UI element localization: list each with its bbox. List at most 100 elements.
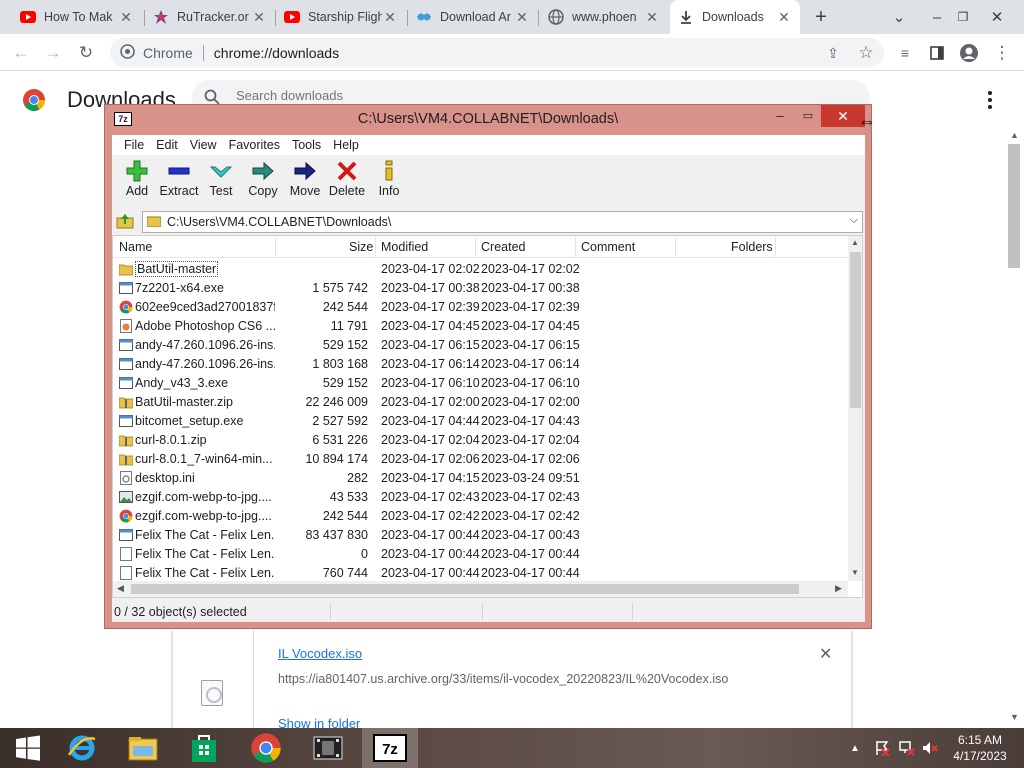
file-row[interactable]: 7z2201-x64.exe 1 575 742 2023-04-17 00:38 2… xyxy=(113,279,848,298)
media-icon[interactable] xyxy=(300,728,356,768)
remove-download-icon[interactable]: ✕ xyxy=(819,644,832,664)
bookmark-star-icon[interactable]: ☆ xyxy=(853,40,879,66)
file-row[interactable]: bitcomet_setup.exe 2 527 592 2023-04-17 04… xyxy=(113,412,848,431)
menu-tools[interactable]: Tools xyxy=(286,138,327,152)
tab-downloads[interactable]: Downloads ✕ xyxy=(670,0,800,34)
close-tab-icon[interactable]: ✕ xyxy=(644,9,660,26)
share-icon[interactable]: ⇪ xyxy=(820,40,846,66)
tab-search-button[interactable]: ⌄ xyxy=(886,0,912,34)
page-scrollbar[interactable]: ▲ ▼ xyxy=(1006,128,1022,726)
close-tab-icon[interactable]: ✕ xyxy=(776,9,792,26)
vscroll-thumb[interactable] xyxy=(850,252,861,408)
exe-file-icon xyxy=(119,414,133,428)
action-center-flag-icon[interactable] xyxy=(874,728,890,768)
col-name-header[interactable]: Name xyxy=(119,240,152,254)
scroll-right-icon[interactable]: ▶ xyxy=(835,583,842,594)
delete-button[interactable]: Delete xyxy=(325,160,369,206)
close-tab-icon[interactable]: ✕ xyxy=(118,9,134,26)
reading-list-icon[interactable]: ≡ xyxy=(892,40,918,66)
file-created: 2023-04-17 00:44 xyxy=(481,547,580,561)
7zip-path-field[interactable]: C:\Users\VM4.COLLABNET\Downloads\ ⌵ xyxy=(142,211,863,233)
close-window-button[interactable]: ✕ xyxy=(984,0,1010,34)
new-tab-button[interactable]: + xyxy=(808,0,834,34)
7zip-icon[interactable]: 7z xyxy=(362,728,418,768)
file-row[interactable]: curl-8.0.1.zip 6 531 226 2023-04-17 02:04 2… xyxy=(113,431,848,450)
hscroll-thumb[interactable] xyxy=(131,584,799,594)
file-list-vscroll[interactable]: ▲ ▼ xyxy=(848,236,862,581)
scroll-left-icon[interactable]: ◀ xyxy=(117,583,124,594)
address-bar[interactable]: Chrome chrome://downloads xyxy=(110,38,884,67)
search-input[interactable] xyxy=(236,88,736,103)
tray-expand-icon[interactable]: ▲ xyxy=(850,728,860,768)
col-size-header[interactable]: Size xyxy=(349,240,373,254)
tab-phoenix[interactable]: www.phoen ✕ xyxy=(540,0,668,34)
page-scroll-thumb[interactable] xyxy=(1008,144,1020,268)
file-list-hscroll[interactable]: ◀ ▶ xyxy=(113,581,848,597)
scroll-up-icon[interactable]: ▲ xyxy=(1010,130,1019,140)
extract-button[interactable]: Extract xyxy=(157,160,201,206)
file-row[interactable]: BatUtil-master 2023-04-17 02:02 2023-04-17… xyxy=(113,260,848,279)
network-icon[interactable] xyxy=(899,728,915,768)
file-explorer-icon[interactable] xyxy=(115,728,171,768)
scroll-down-icon[interactable]: ▼ xyxy=(851,568,859,577)
file-row[interactable]: Felix The Cat - Felix Len... 83 437 830 20… xyxy=(113,526,848,545)
col-divider xyxy=(575,236,576,258)
add-button[interactable]: Add xyxy=(115,160,159,206)
chrome-icon[interactable] xyxy=(238,728,294,768)
profile-avatar-icon[interactable] xyxy=(956,40,982,66)
file-row[interactable]: curl-8.0.1_7-win64-min... 10 894 174 2023-… xyxy=(113,450,848,469)
menu-favorites[interactable]: Favorites xyxy=(223,138,286,152)
tab-starship[interactable]: Starship Fligh ✕ xyxy=(276,0,406,34)
volume-muted-icon[interactable] xyxy=(922,728,938,768)
menu-view[interactable]: View xyxy=(184,138,223,152)
back-button[interactable]: ← xyxy=(8,40,34,66)
7zip-titlebar[interactable]: 7z C:\Users\VM4.COLLABNET\Downloads\ – ▭… xyxy=(105,105,871,133)
path-dropdown-icon[interactable]: ⌵ xyxy=(850,214,858,227)
col-modified-header[interactable]: Modified xyxy=(381,240,428,254)
tab-rutracker[interactable]: RuTracker.or ✕ xyxy=(145,0,275,34)
7zip-minimize-button[interactable]: – xyxy=(765,105,795,127)
move-button[interactable]: Move xyxy=(283,160,327,206)
file-row[interactable]: Felix The Cat - Felix Len... 0 2023-04-17 … xyxy=(113,545,848,564)
col-created-header[interactable]: Created xyxy=(481,240,525,254)
file-row[interactable]: ezgif.com-webp-to-jpg.... 242 544 2023-04-… xyxy=(113,507,848,526)
file-row[interactable]: ezgif.com-webp-to-jpg.... 43 533 2023-04-1… xyxy=(113,488,848,507)
close-tab-icon[interactable]: ✕ xyxy=(514,9,530,26)
menu-edit[interactable]: Edit xyxy=(150,138,184,152)
tab-download-archive[interactable]: Download Ar ✕ xyxy=(408,0,538,34)
7zip-maximize-button[interactable]: ▭ xyxy=(793,105,823,127)
info-button[interactable]: Info xyxy=(367,160,411,206)
file-row[interactable]: 602ee9ced3ad27001837f... 242 544 2023-04-1… xyxy=(113,298,848,317)
file-row[interactable]: andy-47.260.1096.26-ins... 1 803 168 2023-… xyxy=(113,355,848,374)
test-button[interactable]: Test xyxy=(199,160,243,206)
close-tab-icon[interactable]: ✕ xyxy=(382,9,398,26)
col-folders-header[interactable]: Folders xyxy=(731,240,773,254)
scroll-up-icon[interactable]: ▲ xyxy=(851,238,859,247)
downloads-more-icon[interactable] xyxy=(980,88,1000,112)
internet-explorer-icon[interactable] xyxy=(54,728,110,768)
folder-up-icon[interactable] xyxy=(116,212,136,232)
taskbar-clock[interactable]: 6:15 AM 4/17/2023 xyxy=(948,732,1012,764)
forward-button[interactable]: → xyxy=(40,40,66,66)
menu-help[interactable]: Help xyxy=(327,138,365,152)
file-row[interactable]: BatUtil-master.zip 22 246 009 2023-04-17 0… xyxy=(113,393,848,412)
start-button[interactable] xyxy=(0,728,56,768)
file-row[interactable]: desktop.ini 282 2023-04-17 04:15 2023-03-24… xyxy=(113,469,848,488)
restore-button[interactable]: ❐ xyxy=(950,0,976,34)
reload-button[interactable]: ↻ xyxy=(73,40,99,66)
col-comment-header[interactable]: Comment xyxy=(581,240,635,254)
file-row[interactable]: Andy_v43_3.exe 529 152 2023-04-17 06:10 202… xyxy=(113,374,848,393)
copy-button[interactable]: Copy xyxy=(241,160,285,206)
youtube-icon xyxy=(20,9,36,25)
close-tab-icon[interactable]: ✕ xyxy=(251,9,267,26)
menu-file[interactable]: File xyxy=(118,138,150,152)
download-filename-link[interactable]: IL Vocodex.iso xyxy=(278,646,362,661)
store-icon[interactable] xyxy=(176,728,232,768)
tab-how-to-make[interactable]: How To Mak ✕ xyxy=(12,0,142,34)
scroll-down-icon[interactable]: ▼ xyxy=(1010,712,1019,722)
file-row[interactable]: andy-47.260.1096.26-ins... 529 152 2023-04… xyxy=(113,336,848,355)
chrome-menu-icon[interactable]: ⋮ xyxy=(989,40,1015,66)
file-row[interactable]: Adobe Photoshop CS6 ... 11 791 2023-04-17 … xyxy=(113,317,848,336)
side-panel-icon[interactable] xyxy=(924,40,950,66)
minimize-button[interactable]: – xyxy=(924,0,950,34)
